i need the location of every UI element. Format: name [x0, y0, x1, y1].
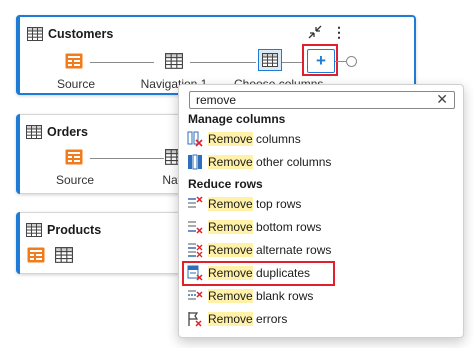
- query-card-customers[interactable]: Customers ⋮ Source Navigation 1 Choose c…: [16, 15, 416, 95]
- connector-line: [90, 62, 154, 63]
- menu-item-remove-duplicates[interactable]: Remove duplicates: [185, 263, 457, 283]
- clear-search-icon[interactable]: ✕: [436, 92, 448, 106]
- more-options-icon[interactable]: ⋮: [330, 23, 348, 41]
- menu-item-highlight: Remove: [208, 243, 253, 257]
- remove-errors-icon: [188, 312, 202, 327]
- menu-item-remove-blank-rows[interactable]: Remove blank rows: [185, 286, 457, 306]
- section-header-reduce-rows: Reduce rows: [188, 177, 263, 191]
- card-title: Customers: [48, 27, 114, 41]
- section-header-manage-columns: Manage columns: [188, 112, 286, 126]
- source-step-icon[interactable]: [65, 53, 83, 69]
- menu-item-label: columns: [252, 132, 301, 146]
- navigation-step-icon[interactable]: [165, 53, 183, 69]
- menu-item-label: top rows: [252, 197, 302, 211]
- menu-item-highlight: Remove: [208, 266, 253, 280]
- choose-columns-step[interactable]: [258, 49, 282, 71]
- menu-item-highlight: Remove: [208, 289, 253, 303]
- menu-item-highlight: Remove: [208, 312, 253, 326]
- menu-item-remove-bottom-rows[interactable]: Remove bottom rows: [185, 217, 457, 237]
- menu-item-label: duplicates: [252, 266, 311, 280]
- menu-item-label: bottom rows: [252, 220, 322, 234]
- end-node: [346, 56, 357, 67]
- table-icon: [26, 125, 42, 139]
- step-label-source: Source: [55, 173, 95, 187]
- connector-line: [190, 62, 256, 63]
- add-step-button[interactable]: +: [307, 49, 335, 73]
- connector-line: [335, 61, 346, 62]
- menu-item-label: other columns: [252, 155, 332, 169]
- menu-item-label: errors: [252, 312, 288, 326]
- remove-bottom-rows-icon: [188, 221, 203, 234]
- connector-line: [282, 62, 304, 63]
- menu-item-remove-top-rows[interactable]: Remove top rows: [185, 194, 457, 214]
- source-step-icon[interactable]: [65, 149, 83, 165]
- search-value: remove: [196, 93, 237, 107]
- menu-item-remove-alternate-rows[interactable]: Remove alternate rows: [185, 240, 457, 260]
- source-step-icon[interactable]: [27, 247, 45, 263]
- menu-item-label: blank rows: [252, 289, 314, 303]
- remove-top-rows-icon: [188, 196, 203, 208]
- remove-duplicates-icon: [187, 265, 203, 281]
- menu-item-highlight: Remove: [208, 155, 253, 169]
- menu-item-remove-columns[interactable]: Remove columns: [185, 129, 457, 149]
- card-title: Orders: [47, 125, 88, 139]
- step-label-source: Source: [56, 77, 96, 91]
- collapse-icon[interactable]: [306, 24, 324, 42]
- add-step-dropdown: remove ✕ Manage columns Remove columns R…: [178, 84, 464, 338]
- remove-columns-icon: [187, 131, 203, 147]
- remove-alternate-rows-icon: [188, 243, 203, 258]
- menu-item-highlight: Remove: [208, 220, 253, 234]
- menu-item-remove-other-columns[interactable]: Remove other columns: [185, 152, 457, 172]
- menu-item-highlight: Remove: [208, 132, 253, 146]
- menu-item-highlight: Remove: [208, 197, 253, 211]
- menu-item-remove-errors[interactable]: Remove errors: [185, 309, 457, 329]
- table-icon: [26, 223, 42, 237]
- table-icon: [27, 27, 43, 41]
- connector-line: [90, 158, 164, 159]
- remove-blank-rows-icon: [188, 290, 203, 300]
- navigation-step-icon[interactable]: [55, 247, 73, 263]
- menu-item-label: alternate rows: [252, 243, 332, 257]
- remove-other-columns-icon: [188, 154, 202, 170]
- choose-columns-icon: [262, 53, 278, 67]
- card-title: Products: [47, 223, 102, 237]
- search-input[interactable]: remove ✕: [189, 91, 455, 109]
